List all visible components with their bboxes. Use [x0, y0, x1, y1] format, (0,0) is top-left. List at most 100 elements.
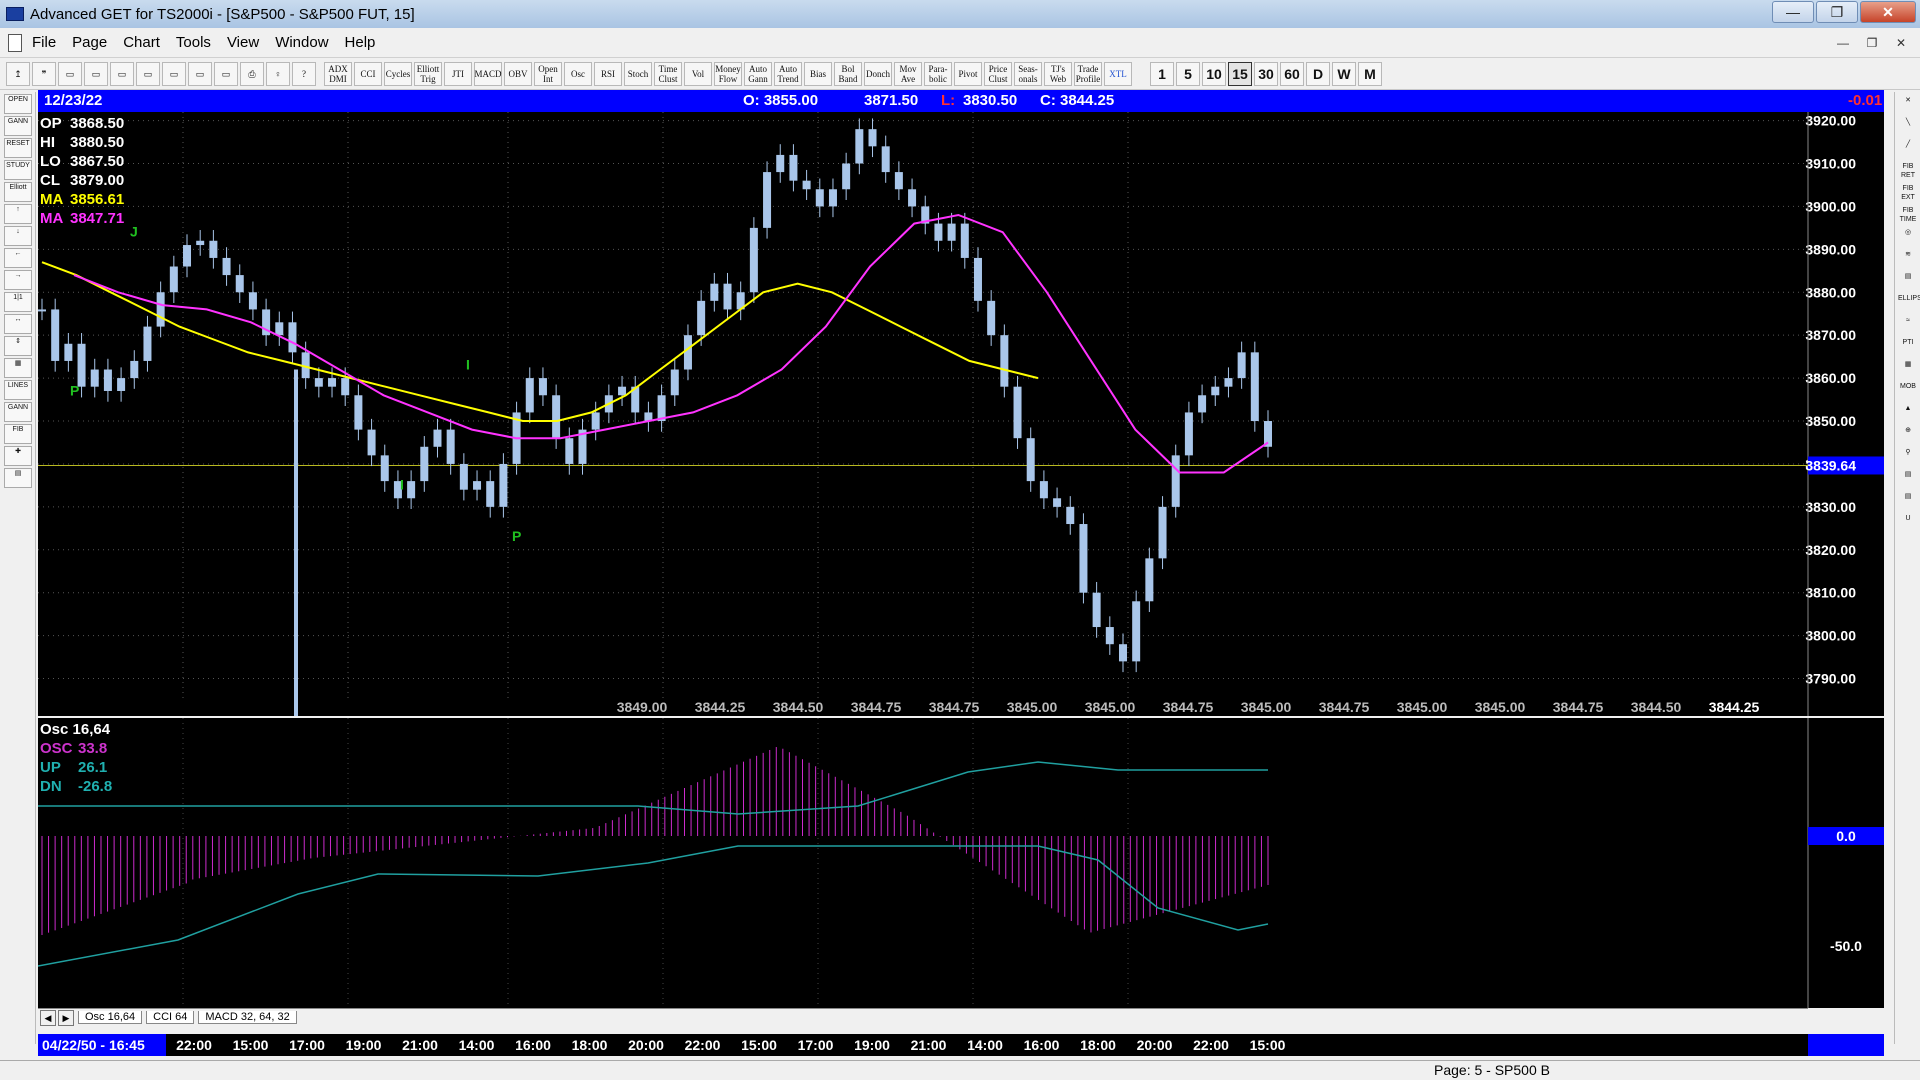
tab-osc[interactable]: Osc 16,64 — [78, 1011, 143, 1024]
toolbar-tool-3[interactable]: ▭ — [84, 61, 108, 86]
left-tool-15[interactable]: FIB — [4, 424, 32, 444]
toolbar-tool-2[interactable]: ▭ — [58, 61, 82, 86]
right-tool-5[interactable]: FIB TIME — [1898, 206, 1918, 224]
study-button-jti[interactable]: JTI — [444, 61, 472, 86]
right-tool-13[interactable]: MOB — [1898, 382, 1918, 400]
study-button-adx-dmi[interactable]: ADX DMI — [324, 61, 352, 86]
menu-help[interactable]: Help — [345, 34, 376, 51]
study-button-donch[interactable]: Donch — [864, 61, 892, 86]
right-tool-15[interactable]: ⊕ — [1898, 426, 1918, 444]
study-button-tj-s-web[interactable]: TJ's Web — [1044, 61, 1072, 86]
study-button-cci[interactable]: CCI — [354, 61, 382, 86]
left-tool-14[interactable]: GANN — [4, 402, 32, 422]
interval-button-1[interactable]: 1 — [1150, 61, 1174, 86]
study-button-cycles[interactable]: Cycles — [384, 61, 412, 86]
right-tool-3[interactable]: FIB RET — [1898, 162, 1918, 180]
study-button-vol[interactable]: Vol — [684, 61, 712, 86]
study-button-xtl[interactable]: XTL — [1104, 61, 1132, 86]
right-tool-4[interactable]: FIB EXT — [1898, 184, 1918, 202]
toolbar-tool-0[interactable]: ↥ — [6, 61, 30, 86]
oscillator-chart[interactable]: 0.0 -50.0 Osc 16,64 OSC 33.8 UP 26.1 DN -26.8 — [37, 718, 1884, 1008]
toolbar-tool-11[interactable]: ? — [292, 61, 316, 86]
minimize-button[interactable]: — — [1772, 1, 1814, 23]
right-tool-10[interactable]: ≈ — [1898, 316, 1918, 334]
toolbar-tool-7[interactable]: ▭ — [188, 61, 212, 86]
study-button-elliott-trig[interactable]: Elliott Trig — [414, 61, 442, 86]
left-tool-6[interactable]: ↓ — [4, 226, 32, 246]
left-tool-4[interactable]: Elliott — [4, 182, 32, 202]
toolbar-tool-6[interactable]: ▭ — [162, 61, 186, 86]
toolbar-tool-5[interactable]: ▭ — [136, 61, 160, 86]
menu-tools[interactable]: Tools — [176, 34, 211, 51]
interval-button-5[interactable]: 5 — [1176, 61, 1200, 86]
price-chart[interactable]: 3920.00 3910.00 3900.00 3890.00 3880.00 3870.… — [38, 95, 1884, 716]
left-tool-2[interactable]: RESET — [4, 138, 32, 158]
study-button-seas-onals[interactable]: Seas-onals — [1014, 61, 1042, 86]
right-tool-7[interactable]: ≋ — [1898, 250, 1918, 268]
left-tool-8[interactable]: → — [4, 270, 32, 290]
right-tool-6[interactable]: ◎ — [1898, 228, 1918, 246]
left-tool-10[interactable]: ↔ — [4, 314, 32, 334]
right-tool-8[interactable]: ▤ — [1898, 272, 1918, 290]
interval-button-10[interactable]: 10 — [1202, 61, 1226, 86]
toolbar-tool-1[interactable]: ❞ — [32, 61, 56, 86]
right-tool-19[interactable]: U — [1898, 514, 1918, 532]
mdi-close-button[interactable]: ✕ — [1888, 34, 1914, 54]
menu-window[interactable]: Window — [275, 34, 328, 51]
left-tool-0[interactable]: OPEN — [4, 94, 32, 114]
interval-button-d[interactable]: D — [1306, 61, 1330, 86]
right-tool-16[interactable]: ⚲ — [1898, 448, 1918, 466]
study-button-mov-ave[interactable]: Mov Ave — [894, 61, 922, 86]
study-button-auto-gann[interactable]: Auto Gann — [744, 61, 772, 86]
study-button-open-int[interactable]: Open Int — [534, 61, 562, 86]
close-button[interactable]: ✕ — [1860, 1, 1916, 23]
left-tool-5[interactable]: ↑ — [4, 204, 32, 224]
menu-page[interactable]: Page — [72, 34, 107, 51]
interval-button-w[interactable]: W — [1332, 61, 1356, 86]
study-button-pivot[interactable]: Pivot — [954, 61, 982, 86]
interval-button-15[interactable]: 15 — [1228, 61, 1252, 86]
toolbar-tool-4[interactable]: ▭ — [110, 61, 134, 86]
right-tool-17[interactable]: ▤ — [1898, 470, 1918, 488]
left-tool-1[interactable]: GANN — [4, 116, 32, 136]
menu-chart[interactable]: Chart — [123, 34, 160, 51]
right-tool-1[interactable]: ╲ — [1898, 118, 1918, 136]
right-tool-14[interactable]: ▲ — [1898, 404, 1918, 422]
study-button-osc[interactable]: Osc — [564, 61, 592, 86]
study-button-bol-band[interactable]: Bol Band — [834, 61, 862, 86]
study-button-macd[interactable]: MACD — [474, 61, 502, 86]
study-button-stoch[interactable]: Stoch — [624, 61, 652, 86]
maximize-button[interactable]: ❐ — [1816, 1, 1858, 23]
study-button-money-flow[interactable]: Money Flow — [714, 61, 742, 86]
right-tool-12[interactable]: ▦ — [1898, 360, 1918, 378]
interval-button-30[interactable]: 30 — [1254, 61, 1278, 86]
left-tool-7[interactable]: ← — [4, 248, 32, 268]
right-tool-11[interactable]: PTI — [1898, 338, 1918, 356]
right-tool-9[interactable]: ELLIPS — [1898, 294, 1920, 312]
menu-view[interactable]: View — [227, 34, 259, 51]
study-button-bias[interactable]: Bias — [804, 61, 832, 86]
study-button-rsi[interactable]: RSI — [594, 61, 622, 86]
tab-prev-button[interactable]: ◀ — [40, 1009, 56, 1026]
study-button-time-clust[interactable]: Time Clust — [654, 61, 682, 86]
interval-button-60[interactable]: 60 — [1280, 61, 1304, 86]
left-tool-16[interactable]: ✚ — [4, 446, 32, 466]
right-tool-18[interactable]: ▤ — [1898, 492, 1918, 510]
toolbar-tool-9[interactable]: ⎙ — [240, 61, 264, 86]
right-tool-2[interactable]: ╱ — [1898, 140, 1918, 158]
left-tool-17[interactable]: ▤ — [4, 468, 32, 488]
study-button-para-bolic[interactable]: Para-bolic — [924, 61, 952, 86]
right-tool-0[interactable]: ✕ — [1898, 96, 1918, 114]
interval-button-m[interactable]: M — [1358, 61, 1382, 86]
mdi-minimize-button[interactable]: — — [1830, 34, 1856, 54]
mdi-restore-button[interactable]: ❐ — [1859, 34, 1885, 54]
study-button-price-clust[interactable]: Price Clust — [984, 61, 1012, 86]
left-tool-13[interactable]: LINES — [4, 380, 32, 400]
study-button-obv[interactable]: OBV — [504, 61, 532, 86]
study-button-trade-profile[interactable]: Trade Profile — [1074, 61, 1102, 86]
study-button-auto-trend[interactable]: Auto Trend — [774, 61, 802, 86]
left-tool-12[interactable]: ▦ — [4, 358, 32, 378]
toolbar-tool-8[interactable]: ▭ — [214, 61, 238, 86]
document-icon[interactable] — [8, 33, 22, 52]
toolbar-tool-10[interactable]: ♀ — [266, 61, 290, 86]
